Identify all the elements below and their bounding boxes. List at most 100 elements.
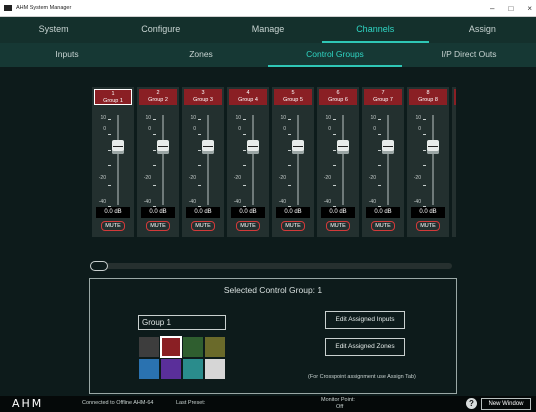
scale-label: -40	[413, 199, 421, 205]
tab-control-groups[interactable]: Control Groups	[268, 43, 402, 67]
color-swatch[interactable]	[160, 358, 182, 380]
close-button[interactable]: ×	[527, 4, 532, 13]
color-swatch[interactable]	[160, 336, 182, 358]
mute-button[interactable]: MUTE	[416, 221, 440, 231]
group-header-button[interactable]: 1 Group 1	[94, 89, 132, 105]
group-header-button[interactable]: 9Group 9	[454, 89, 456, 105]
level-readout[interactable]: 0.0 dB	[276, 207, 310, 218]
group-header-button[interactable]: 8 Group 8	[409, 89, 447, 105]
level-readout[interactable]: 0.0 dB	[321, 207, 355, 218]
strip-scrollbar[interactable]	[90, 261, 452, 271]
level-readout[interactable]: 0.0 dB	[96, 207, 130, 218]
scale-tick	[333, 119, 336, 120]
group-name: Group 5	[283, 97, 303, 103]
mute-button[interactable]: MUTE	[371, 221, 395, 231]
level-readout[interactable]: 0.0 dB	[411, 207, 445, 218]
scale-tick	[198, 119, 201, 120]
edit-assigned-inputs-button[interactable]: Edit Assigned Inputs	[325, 311, 405, 329]
fader-knob[interactable]	[427, 140, 439, 154]
tab-configure[interactable]: Configure	[107, 17, 214, 43]
control-group-strip: 8 Group 8 10 0 -20 -40 0.0 dB MUTE	[407, 87, 449, 237]
fader-knob[interactable]	[202, 140, 214, 154]
color-swatch[interactable]	[182, 358, 204, 380]
scroll-thumb[interactable]	[90, 261, 108, 271]
sub-menu: Inputs Zones Control Groups I/P Direct Outs	[0, 43, 536, 67]
fader-track[interactable]	[432, 115, 434, 205]
level-readout[interactable]: 0.0 dB	[141, 207, 175, 218]
fader-knob[interactable]	[112, 140, 124, 154]
scale-label: 10	[235, 115, 241, 121]
scale-tick	[378, 185, 381, 186]
group-header-button[interactable]: 2 Group 2	[139, 89, 177, 105]
mute-button[interactable]: MUTE	[326, 221, 350, 231]
fader-track[interactable]	[387, 115, 389, 205]
scale-tick	[243, 119, 246, 120]
level-readout[interactable]: 0.0 dB	[366, 207, 400, 218]
fader-knob[interactable]	[382, 140, 394, 154]
monitor-point-label: Monitor Point:	[321, 397, 355, 403]
group-header-button[interactable]: 6 Group 6	[319, 89, 357, 105]
scale-tick	[198, 150, 201, 151]
color-swatch[interactable]	[204, 336, 226, 358]
group-header-button[interactable]: 3 Group 3	[184, 89, 222, 105]
scale-tick	[198, 185, 201, 186]
mute-button[interactable]: MUTE	[191, 221, 215, 231]
scale-tick	[333, 185, 336, 186]
tab-channels[interactable]: Channels	[321, 17, 429, 43]
scale-tick	[108, 150, 111, 151]
fader-knob[interactable]	[337, 140, 349, 154]
selected-group-panel: Selected Control Group: 1 Group 1 Edit A…	[89, 278, 457, 394]
fader-track[interactable]	[162, 115, 164, 205]
tab-assign[interactable]: Assign	[429, 17, 536, 43]
group-number: 8	[426, 90, 430, 96]
tab-system[interactable]: System	[0, 17, 107, 43]
group-header-button[interactable]: 5 Group 5	[274, 89, 312, 105]
mute-button[interactable]: MUTE	[101, 221, 125, 231]
window-title: AHM System Manager	[16, 5, 72, 11]
group-name: Group 9	[454, 97, 456, 104]
control-group-strip: 2 Group 2 10 0 -20 -40 0.0 dB MUTE	[137, 87, 179, 237]
scale-label: 10	[100, 115, 106, 121]
scale-label: 10	[280, 115, 286, 121]
group-name-input[interactable]: Group 1	[138, 315, 226, 330]
minimize-button[interactable]: –	[490, 4, 494, 13]
level-readout[interactable]: 0.0 dB	[186, 207, 220, 218]
fader-track[interactable]	[297, 115, 299, 205]
mute-button[interactable]: MUTE	[146, 221, 170, 231]
scale-tick	[423, 134, 426, 135]
fader-track[interactable]	[342, 115, 344, 205]
scale-label: 0	[328, 126, 331, 132]
edit-assigned-zones-button[interactable]: Edit Assigned Zones	[325, 338, 405, 356]
fader-track[interactable]	[207, 115, 209, 205]
scale-tick	[108, 185, 111, 186]
color-swatch[interactable]	[138, 336, 160, 358]
connection-status: Connected to Offline AHM-64	[82, 400, 154, 406]
tab-manage[interactable]: Manage	[214, 17, 321, 43]
color-swatch[interactable]	[204, 358, 226, 380]
fader-knob[interactable]	[157, 140, 169, 154]
scale-tick	[153, 119, 156, 120]
scale-label: -20	[413, 175, 421, 181]
scale-label: 10	[415, 115, 421, 121]
fader-track[interactable]	[252, 115, 254, 205]
fader-track[interactable]	[117, 115, 119, 205]
level-readout[interactable]: 0.0 dB	[231, 207, 265, 218]
help-icon[interactable]: ?	[466, 398, 477, 409]
color-swatch[interactable]	[138, 358, 160, 380]
fader-knob[interactable]	[247, 140, 259, 154]
new-window-button[interactable]: New Window	[481, 398, 531, 410]
group-header-button[interactable]: 4 Group 4	[229, 89, 267, 105]
tab-zones[interactable]: Zones	[134, 43, 268, 67]
scale-label: -40	[143, 199, 151, 205]
mute-button[interactable]: MUTE	[236, 221, 260, 231]
fader-knob[interactable]	[292, 140, 304, 154]
scale-tick	[378, 150, 381, 151]
color-swatch[interactable]	[182, 336, 204, 358]
scale-tick	[243, 185, 246, 186]
tab-inputs[interactable]: Inputs	[0, 43, 134, 67]
mute-button[interactable]: MUTE	[281, 221, 305, 231]
maximize-button[interactable]: □	[508, 4, 513, 13]
main-area: 1 Group 1 10 0 -20 -40 0.0 dB MUTE 2 Group 2 10 0 -2…	[0, 67, 536, 396]
group-header-button[interactable]: 7 Group 7	[364, 89, 402, 105]
tab-i-p-direct-outs[interactable]: I/P Direct Outs	[402, 43, 536, 67]
